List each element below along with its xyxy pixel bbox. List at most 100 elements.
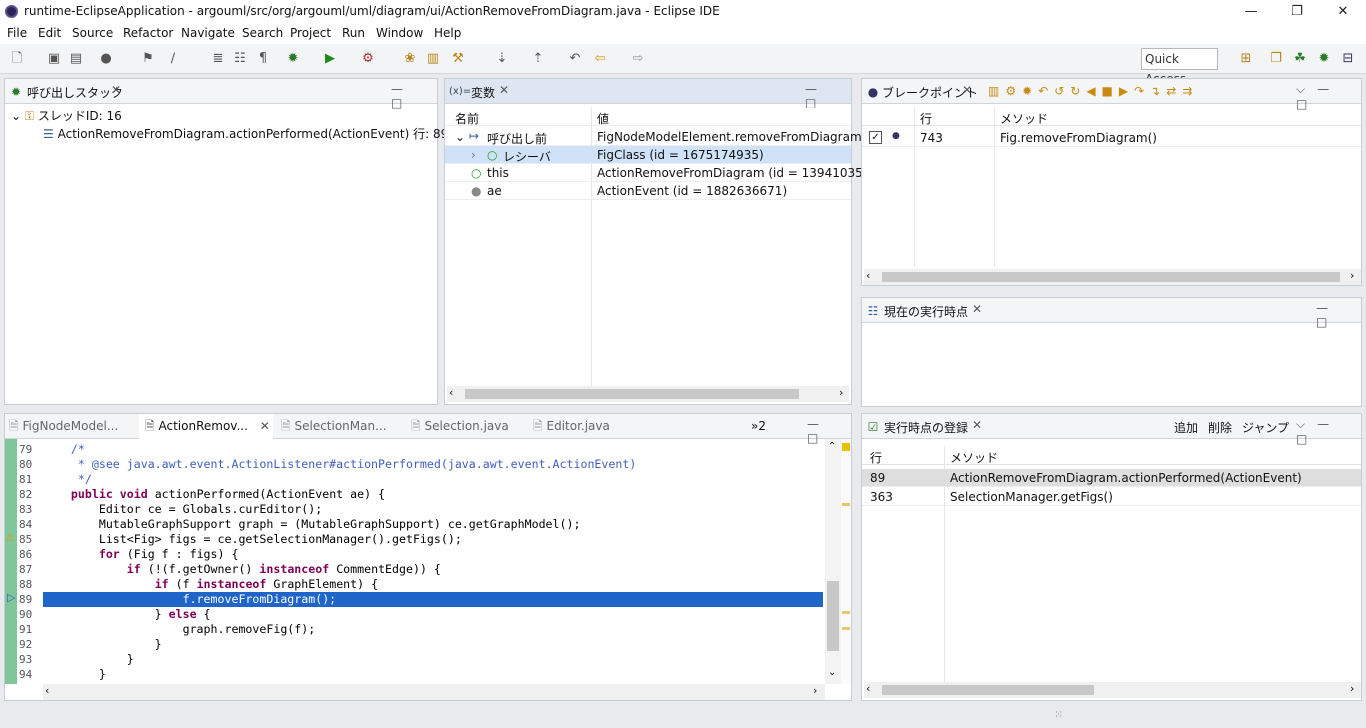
menu-navigate[interactable]: Navigate	[181, 26, 235, 40]
horizontal-scrollbar[interactable]: ‹ ›	[864, 269, 1361, 285]
chevron-right-icon[interactable]: ›	[471, 148, 476, 162]
minimize-window-button[interactable]: —	[1228, 0, 1274, 24]
breakpoints-tab[interactable]: ● ブレークポイント ✕ ▥⚙✹↶↺↻◀■▶↷↴⇄⇉ ⌵—□	[862, 79, 1361, 111]
debug-icon[interactable]: ✹	[285, 51, 301, 67]
jump-button[interactable]: ジャンプ	[1242, 419, 1289, 436]
current-point-tab[interactable]: ☷ 現在の実行時点 ✕ —□	[862, 298, 1361, 329]
horizontal-scrollbar[interactable]: ‹ ›	[864, 682, 1361, 698]
editor-tab[interactable]: 🗎 FigNodeModel...	[9, 414, 118, 439]
close-window-button[interactable]: ✕	[1320, 0, 1366, 24]
pin-icon[interactable]: ⚑	[140, 51, 156, 67]
restore-window-button[interactable]: ❐	[1274, 0, 1320, 24]
thread-node[interactable]: ⌄ ⚿ スレッドID: 16	[11, 107, 122, 124]
table-row[interactable]: ○ this ActionRemoveFromDiagram (id = 139…	[445, 164, 875, 182]
view-menu-min-max[interactable]: ⌵—□	[1296, 417, 1361, 446]
back-icon[interactable]: ⇦	[592, 51, 608, 67]
block-select-icon[interactable]: ☷	[232, 51, 248, 67]
column-name[interactable]: 名前	[455, 110, 479, 127]
forward-icon[interactable]: ⇨	[630, 51, 646, 67]
close-icon[interactable]: ✕	[111, 83, 121, 97]
profile-icon[interactable]: ●	[98, 51, 114, 67]
column-line[interactable]: 行	[920, 110, 932, 127]
new-java-package-icon[interactable]: ❀	[402, 51, 418, 67]
new-icon[interactable]: 🗋	[9, 51, 25, 67]
code-line[interactable]: f.removeFromDiagram();	[43, 592, 337, 607]
variables-tab[interactable]: (x)= 変数 ✕ —□	[445, 79, 851, 110]
column-method[interactable]: メソッド	[1000, 110, 1048, 127]
scroll-right-icon[interactable]: ›	[839, 386, 843, 399]
code-line[interactable]: * @see java.awt.event.ActionListener#act…	[43, 457, 636, 472]
debug-perspective-icon[interactable]: ✹	[1316, 51, 1332, 67]
show-whitespace-icon[interactable]: ¶	[255, 51, 271, 67]
scroll-left-icon[interactable]: ‹	[449, 386, 453, 399]
overview-marker[interactable]	[842, 611, 850, 614]
git-perspective-icon[interactable]: ☘	[1292, 51, 1308, 67]
run-icon[interactable]: ▶	[322, 51, 338, 67]
menu-edit[interactable]: Edit	[38, 26, 61, 40]
code-line[interactable]: } else {	[43, 607, 211, 622]
code-line[interactable]: graph.removeFig(f);	[43, 622, 316, 637]
breakpoint-toolbar-icons[interactable]: ▥⚙✹↶↺↻◀■▶↷↴⇄⇉	[988, 84, 1198, 98]
editor-tab[interactable]: 🗎 Editor.java	[533, 414, 610, 439]
code-line[interactable]: }	[43, 652, 134, 667]
editor-tab-active[interactable]: 🗎 ActionRemov... ✕	[139, 414, 273, 439]
menu-project[interactable]: Project	[290, 26, 331, 40]
table-row[interactable]: ● ae ActionEvent (id = 1882636671)	[445, 182, 851, 200]
menu-search[interactable]: Search	[242, 26, 283, 40]
chevron-down-icon[interactable]: ⌄	[11, 109, 21, 123]
code-line[interactable]: public void actionPerformed(ActionEvent …	[43, 487, 385, 502]
scroll-thumb[interactable]	[465, 389, 799, 399]
menu-refactor[interactable]: Refactor	[123, 26, 173, 40]
code-line[interactable]: for (Fig f : figs) {	[43, 547, 239, 562]
quick-access-input[interactable]: Quick Access	[1141, 48, 1218, 86]
view-min-max[interactable]: —□	[391, 82, 437, 110]
chevron-down-icon[interactable]: ⌄	[455, 130, 465, 144]
table-row[interactable]: › ○ レシーバ FigClass (id = 1675174935)	[445, 146, 851, 164]
close-icon[interactable]: ✕	[972, 302, 982, 316]
add-button[interactable]: 追加	[1174, 419, 1198, 436]
search-icon[interactable]: ⚒	[450, 51, 466, 67]
editor-tab[interactable]: 🗎 Selection.java	[411, 414, 509, 439]
close-icon[interactable]: ✕	[962, 83, 972, 97]
table-row[interactable]: 89 ActionRemoveFromDiagram.actionPerform…	[862, 469, 1361, 487]
close-icon[interactable]: ✕	[260, 419, 270, 433]
overview-marker[interactable]	[842, 443, 850, 451]
table-row[interactable]: ⌄ ↦ 呼び出し前 FigNodeModelElement.removeFrom…	[445, 128, 871, 146]
more-tabs-button[interactable]: »2	[751, 414, 766, 439]
code-line[interactable]: }	[43, 667, 106, 682]
skip-breakpoints-icon[interactable]: ∕	[165, 51, 181, 67]
table-row[interactable]: 363 SelectionManager.getFigs()	[862, 488, 1361, 506]
scroll-left-icon[interactable]: ‹	[45, 684, 49, 697]
menu-help[interactable]: Help	[434, 26, 461, 40]
overview-marker[interactable]	[842, 627, 850, 630]
scroll-right-icon[interactable]: ›	[813, 684, 817, 697]
save-icon[interactable]: ▣	[46, 51, 62, 67]
callstack-tab[interactable]: ✹ 呼び出しスタック ✕ —□	[5, 79, 437, 110]
scroll-right-icon[interactable]: ›	[1350, 682, 1354, 695]
menu-run[interactable]: Run	[342, 26, 365, 40]
layout-perspective-icon[interactable]: ⊟	[1340, 51, 1356, 67]
code-line[interactable]: */	[43, 472, 92, 487]
scroll-up-icon[interactable]: ⌃	[828, 441, 836, 452]
table-row[interactable]: ✓ ● 743 Fig.removeFromDiagram()	[862, 129, 1361, 147]
column-method[interactable]: メソッド	[950, 449, 998, 466]
scroll-down-icon[interactable]: ⌄	[828, 667, 836, 678]
view-min-max[interactable]: —□	[805, 82, 851, 110]
word-wrap-icon[interactable]: ≣	[210, 51, 226, 67]
view-menu-min-max[interactable]: ⌵—□	[1296, 82, 1361, 111]
code-line[interactable]: MutableGraphSupport graph = (MutableGrap…	[43, 517, 581, 532]
vertical-scrollbar[interactable]: ⌃ ⌄	[825, 439, 841, 684]
registry-tab[interactable]: ☑ 実行時点の登録 ✕ 追加 削除 ジャンプ ⌵—□	[862, 414, 1361, 446]
last-edit-icon[interactable]: ↶	[567, 51, 583, 67]
save-all-icon[interactable]: ▤	[68, 51, 84, 67]
close-icon[interactable]: ✕	[499, 83, 509, 97]
column-line[interactable]: 行	[870, 449, 882, 466]
code-line[interactable]: /*	[43, 442, 85, 457]
horizontal-scrollbar[interactable]: ‹ ›	[447, 386, 849, 402]
scroll-thumb[interactable]	[827, 581, 839, 651]
view-min-max[interactable]: —□	[1316, 301, 1361, 329]
editor-tab[interactable]: 🗎 SelectionMan...	[281, 414, 387, 439]
next-annotation-icon[interactable]: ⇣	[494, 51, 510, 67]
checkbox-checked[interactable]: ✓	[869, 131, 882, 144]
code-line[interactable]: List<Fig> figs = ce.getSelectionManager(…	[43, 532, 462, 547]
